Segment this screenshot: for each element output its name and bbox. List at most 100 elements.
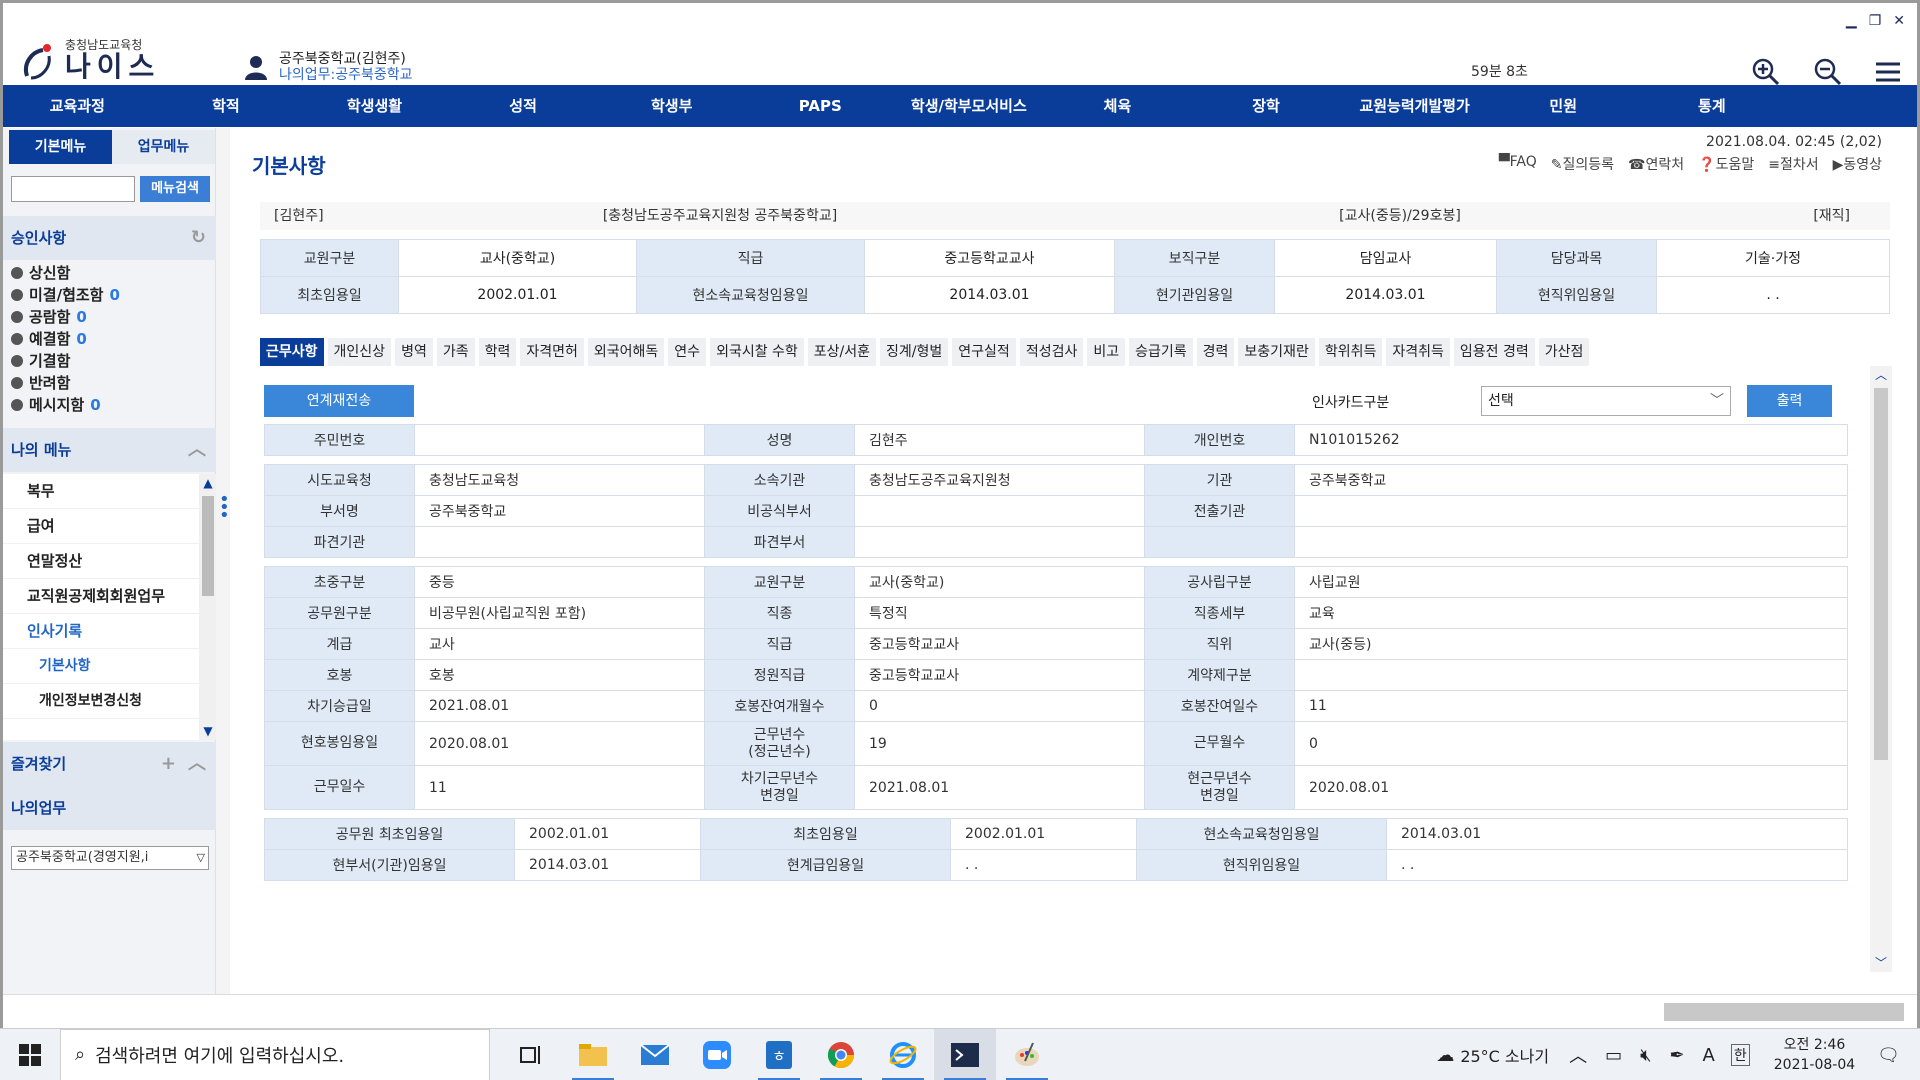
- mymenu-sub-change-request[interactable]: 개인정보변경신청: [3, 684, 199, 719]
- faq-link[interactable]: ▀FAQ: [1499, 154, 1537, 174]
- taskbar-clock[interactable]: 오전 2:46 2021-08-04: [1774, 1035, 1855, 1075]
- internet-explorer-icon[interactable]: [872, 1029, 934, 1080]
- record-tab[interactable]: 가산점: [1538, 338, 1590, 366]
- record-tab[interactable]: 연수: [668, 338, 707, 366]
- record-tab[interactable]: 외국시찰 수학: [710, 338, 804, 366]
- approval-item[interactable]: 공람함 0: [11, 306, 120, 328]
- record-tab[interactable]: 적성검사: [1019, 338, 1084, 366]
- chevron-up-icon[interactable]: ︿: [1569, 1042, 1587, 1068]
- record-tab[interactable]: 개인신상: [327, 338, 392, 366]
- mymenu-scrollbar[interactable]: ▲ ▼: [199, 474, 217, 740]
- scrollbar-thumb[interactable]: [1664, 1003, 1904, 1021]
- user-department[interactable]: 나의업무:공주북중학교: [279, 67, 413, 83]
- record-tab[interactable]: 연구실적: [952, 338, 1016, 366]
- nav-civil-affairs[interactable]: 민원: [1489, 85, 1638, 127]
- chevron-up-icon[interactable]: ︿: [188, 428, 206, 472]
- nav-school-records[interactable]: 학적: [152, 85, 301, 127]
- task-view-icon[interactable]: [500, 1029, 562, 1080]
- start-button[interactable]: [0, 1029, 60, 1080]
- nav-grades[interactable]: 성적: [449, 85, 598, 127]
- record-tab[interactable]: 포상/서훈: [807, 338, 877, 366]
- menu-search-button[interactable]: 메뉴검색: [140, 176, 210, 202]
- battery-icon[interactable]: ▭: [1605, 1045, 1622, 1066]
- scroll-up-icon[interactable]: ︿: [1870, 366, 1892, 384]
- record-tab[interactable]: 자격면허: [520, 338, 584, 366]
- approval-item[interactable]: 반려함: [11, 372, 120, 394]
- mymenu-section-header[interactable]: 나의 메뉴 ︿: [3, 428, 216, 472]
- nav-parent-service[interactable]: 학생/학부모서비스: [895, 85, 1044, 127]
- approval-section-header[interactable]: 승인사항 ↻: [3, 216, 216, 260]
- language-indicator[interactable]: 한: [1730, 1044, 1750, 1066]
- menu-search-input[interactable]: [11, 176, 135, 202]
- detail-scrollbar[interactable]: ︿ ﹀: [1870, 366, 1892, 972]
- input-mode-indicator[interactable]: A: [1703, 1045, 1715, 1066]
- horizontal-scrollbar[interactable]: [3, 994, 1917, 1028]
- zoom-in-icon[interactable]: [1751, 57, 1781, 87]
- file-explorer-icon[interactable]: [562, 1029, 624, 1080]
- nav-statistics[interactable]: 통계: [1638, 85, 1787, 127]
- scroll-down-icon[interactable]: ▼: [199, 722, 217, 740]
- video-link[interactable]: ▶동영상: [1833, 154, 1882, 174]
- pen-icon[interactable]: ✒: [1669, 1045, 1684, 1066]
- record-tab[interactable]: 병역: [395, 338, 433, 366]
- scroll-down-icon[interactable]: ﹀: [1870, 954, 1892, 972]
- nav-student-record[interactable]: 학생부: [597, 85, 746, 127]
- help-link[interactable]: ❓도움말: [1698, 154, 1754, 174]
- hamburger-menu-icon[interactable]: [1873, 57, 1903, 87]
- notification-icon[interactable]: 🗨︎: [1877, 1045, 1900, 1066]
- record-tab[interactable]: 학력: [478, 338, 517, 366]
- approval-item[interactable]: 기결함: [11, 350, 120, 372]
- scroll-up-icon[interactable]: ▲: [199, 474, 217, 492]
- record-tab[interactable]: 임용전 경력: [1453, 338, 1535, 366]
- record-tab[interactable]: 외국어해독: [587, 338, 665, 366]
- workplace-select[interactable]: 공주북중학교(경영지원,i ▽: [11, 846, 209, 870]
- record-tab[interactable]: 학위취득: [1318, 338, 1383, 366]
- mymenu-item[interactable]: 급여: [3, 509, 199, 544]
- scrollbar-thumb[interactable]: [202, 496, 214, 596]
- hangul-word-icon[interactable]: ㅎ: [748, 1029, 810, 1080]
- tab-work-menu[interactable]: 업무메뉴: [112, 130, 215, 164]
- nav-paps[interactable]: PAPS: [746, 85, 895, 127]
- record-tab[interactable]: 근무사항: [260, 338, 324, 366]
- mymenu-item[interactable]: 연말정산: [3, 544, 199, 579]
- zoom-out-icon[interactable]: [1813, 57, 1843, 87]
- nav-scholarship[interactable]: 장학: [1192, 85, 1341, 127]
- record-tab[interactable]: 보충기재란: [1238, 338, 1315, 366]
- add-icon[interactable]: +: [161, 742, 176, 786]
- terminal-icon[interactable]: [934, 1028, 996, 1080]
- record-tab[interactable]: 가족: [436, 338, 475, 366]
- nav-physical-ed[interactable]: 체육: [1043, 85, 1192, 127]
- resend-button[interactable]: 연계재전송: [264, 385, 414, 417]
- restore-icon[interactable]: ❐: [1869, 13, 1882, 29]
- record-tab[interactable]: 경력: [1196, 338, 1235, 366]
- close-icon[interactable]: ✕: [1893, 13, 1905, 29]
- neis-logo[interactable]: 충청남도교육청 나이스: [21, 39, 160, 82]
- approval-item[interactable]: 메시지함 0: [11, 394, 120, 416]
- card-type-select[interactable]: 선택 ﹀: [1481, 386, 1731, 416]
- approval-item[interactable]: 예결함 0: [11, 328, 120, 350]
- mymenu-item[interactable]: 교직원공제회회원업무: [3, 579, 199, 614]
- record-tab[interactable]: 승급기록: [1129, 338, 1193, 366]
- minimize-icon[interactable]: ▁: [1846, 13, 1857, 29]
- taskbar-search-input[interactable]: ⌕ 검색하려면 여기에 입력하십시오.: [60, 1028, 490, 1080]
- chrome-icon[interactable]: [810, 1029, 872, 1080]
- mymenu-item-personnel[interactable]: 인사기록: [3, 614, 199, 649]
- sidebar-resize-handle[interactable]: • • •: [219, 491, 230, 525]
- weather-icon[interactable]: ☁: [1436, 1045, 1454, 1066]
- procedure-link[interactable]: ≡절차서: [1768, 154, 1818, 174]
- mywork-section-header[interactable]: 나의업무: [3, 786, 216, 830]
- record-tab[interactable]: 자격취득: [1386, 338, 1450, 366]
- paint-icon[interactable]: [996, 1029, 1058, 1080]
- nav-student-life[interactable]: 학생생활: [300, 85, 449, 127]
- tab-basic-menu[interactable]: 기본메뉴: [9, 130, 112, 164]
- scrollbar-thumb[interactable]: [1874, 388, 1888, 760]
- mymenu-item[interactable]: 복무: [3, 474, 199, 509]
- mail-icon[interactable]: [624, 1029, 686, 1080]
- approval-item[interactable]: 미결/협조함 0: [11, 284, 120, 306]
- record-tab[interactable]: 비고: [1087, 338, 1126, 366]
- weather-text[interactable]: 25°C 소나기: [1460, 1043, 1549, 1067]
- nav-curriculum[interactable]: 교육과정: [3, 85, 152, 127]
- contact-link[interactable]: ☎연락처: [1628, 154, 1684, 174]
- chevron-up-icon[interactable]: ︿: [188, 742, 206, 786]
- refresh-icon[interactable]: ↻: [191, 216, 206, 260]
